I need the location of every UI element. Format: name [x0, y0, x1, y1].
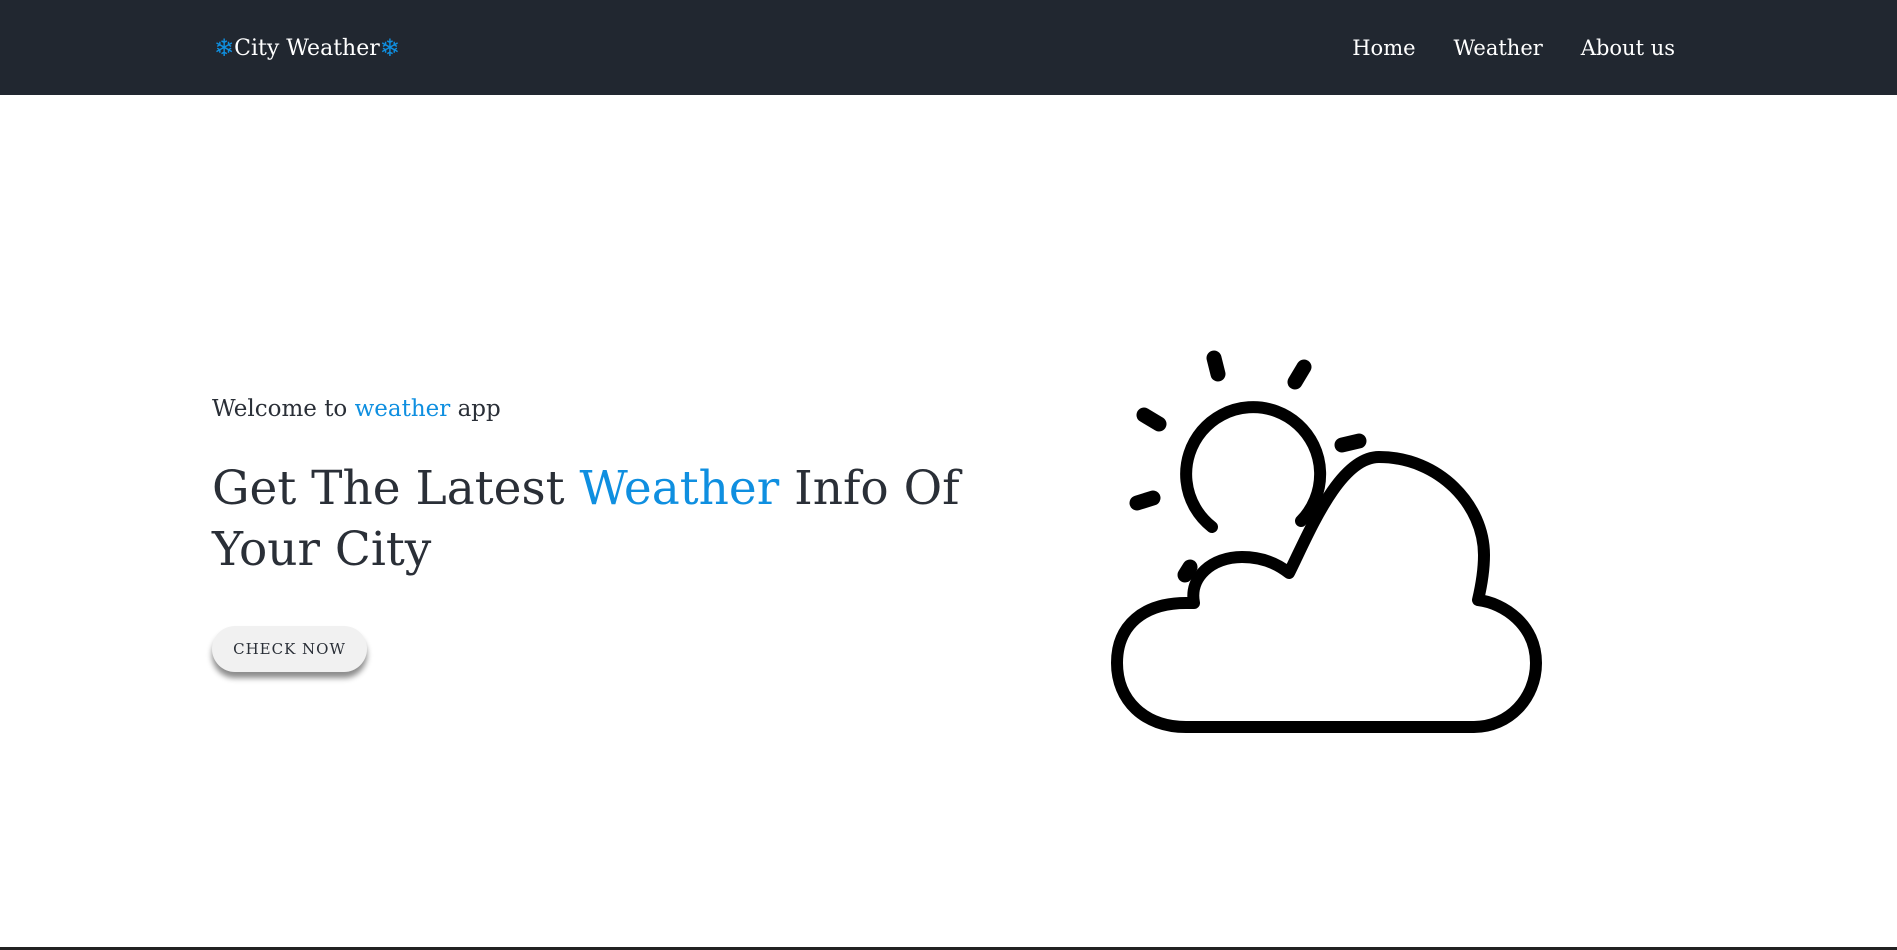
- navbar: ❄ City Weather ❄ Home Weather About us: [0, 0, 1897, 95]
- check-now-button[interactable]: CHECK NOW: [212, 626, 367, 672]
- partly-cloudy-icon: [1111, 350, 1542, 733]
- hero-subtitle-prefix: Welcome to: [212, 396, 355, 422]
- hero-subtitle: Welcome to weather app: [212, 396, 501, 422]
- brand[interactable]: ❄ City Weather ❄: [214, 30, 400, 66]
- nav-link-home[interactable]: Home: [1352, 36, 1415, 60]
- hero-subtitle-accent: weather: [354, 396, 451, 422]
- nav-link-weather[interactable]: Weather: [1454, 36, 1543, 60]
- hero-title: Get The Latest Weather Info Of Your City: [212, 458, 972, 580]
- hero-title-accent: Weather: [579, 461, 780, 516]
- brand-label: City Weather: [234, 35, 380, 61]
- hero-subtitle-suffix: app: [450, 396, 501, 422]
- snowflake-icon: ❄: [214, 34, 235, 62]
- nav-links: Home Weather About us: [1352, 30, 1675, 66]
- snowflake-icon: ❄: [379, 34, 400, 62]
- hero-title-prefix: Get The Latest: [212, 461, 580, 516]
- nav-link-about-us[interactable]: About us: [1581, 36, 1675, 60]
